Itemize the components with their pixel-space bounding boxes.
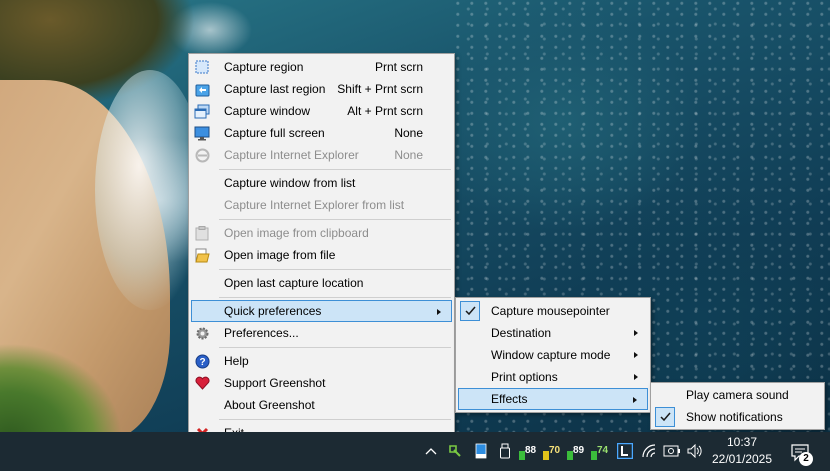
tray-label: 70 xyxy=(549,445,561,456)
checkmark-icon xyxy=(655,407,675,427)
tray-label: 89 xyxy=(573,445,585,456)
menu-item-label: Preferences... xyxy=(224,326,299,340)
menu-item-label: Effects xyxy=(491,392,528,406)
tray-label: 74 xyxy=(597,445,609,456)
chevron-right-icon xyxy=(634,374,638,380)
menu-item-help[interactable]: ? Help xyxy=(191,350,452,372)
menu-item-capture-last-region[interactable]: Capture last region Shift + Prnt scrn xyxy=(191,78,452,100)
menu-item-label: Capture window from list xyxy=(224,176,356,190)
svg-text:?: ? xyxy=(199,357,205,368)
menu-item-print-options[interactable]: Print options xyxy=(458,366,648,388)
menu-item-label: Capture region xyxy=(224,60,304,74)
menu-item-open-image-from-file[interactable]: Open image from file xyxy=(191,244,452,266)
gear-icon xyxy=(194,325,210,341)
menu-item-label: Capture Internet Explorer from list xyxy=(224,198,405,212)
menu-item-label: Capture mousepointer xyxy=(491,304,610,318)
help-icon: ? xyxy=(194,353,210,369)
menu-item-label: Support Greenshot xyxy=(224,376,326,390)
menu-item-capture-mousepointer[interactable]: Capture mousepointer xyxy=(458,300,648,322)
ie-icon xyxy=(194,147,210,163)
wallpaper-greenery xyxy=(0,300,140,432)
menu-item-capture-region[interactable]: Capture region Prnt scrn xyxy=(191,56,452,78)
menu-item-shortcut: None xyxy=(394,148,423,162)
greenshot-context-menu: Capture region Prnt scrn Capture last re… xyxy=(188,53,455,445)
gpu-temp-tray-icon[interactable]: 70 xyxy=(543,442,565,460)
clock-date[interactable]: 22/01/2025 xyxy=(705,452,779,466)
folder-file-icon xyxy=(194,247,210,263)
app-l-icon[interactable] xyxy=(616,442,634,460)
menu-item-label: Print options xyxy=(491,370,558,384)
tray-label: 88 xyxy=(525,445,537,456)
menu-item-label: Open last capture location xyxy=(224,276,364,290)
menu-item-label: Destination xyxy=(491,326,552,340)
volume-icon[interactable] xyxy=(686,442,704,460)
menu-item-show-notifications[interactable]: Show notifications xyxy=(653,406,822,428)
clock-time[interactable]: 10:37 xyxy=(705,435,779,449)
wifi-icon[interactable] xyxy=(640,442,658,460)
menu-item-label: About Greenshot xyxy=(224,398,315,412)
menu-item-open-last-capture-location[interactable]: Open last capture location xyxy=(191,272,452,294)
disk-usage-tray-icon[interactable]: 74 xyxy=(591,442,613,460)
menu-item-destination[interactable]: Destination xyxy=(458,322,648,344)
region-icon xyxy=(194,59,210,75)
battery-icon[interactable] xyxy=(663,442,681,460)
menu-item-label: Window capture mode xyxy=(491,348,611,362)
menu-item-support-greenshot[interactable]: Support Greenshot xyxy=(191,372,452,394)
chevron-right-icon xyxy=(634,352,638,358)
menu-item-capture-full-screen[interactable]: Capture full screen None xyxy=(191,122,452,144)
cpu-temp-tray-icon[interactable]: 88 xyxy=(519,442,541,460)
menu-item-shortcut: None xyxy=(394,126,423,140)
menu-separator xyxy=(219,169,451,170)
menu-separator xyxy=(219,219,451,220)
monitor-icon xyxy=(194,125,210,141)
menu-item-label: Help xyxy=(224,354,249,368)
menu-separator xyxy=(219,269,451,270)
clipboard-icon xyxy=(194,225,210,241)
last-region-icon xyxy=(194,81,210,97)
menu-item-about-greenshot[interactable]: About Greenshot xyxy=(191,394,452,416)
menu-item-capture-ie-from-list[interactable]: Capture Internet Explorer from list xyxy=(191,194,452,216)
checkmark-icon xyxy=(460,301,480,321)
menu-item-label: Show notifications xyxy=(686,410,783,424)
menu-item-preferences[interactable]: Preferences... xyxy=(191,322,452,344)
menu-item-label: Play camera sound xyxy=(686,388,789,402)
storage-icon[interactable] xyxy=(472,442,490,460)
chevron-right-icon xyxy=(633,397,637,403)
menu-item-capture-internet-explorer[interactable]: Capture Internet Explorer None xyxy=(191,144,452,166)
menu-separator xyxy=(219,297,451,298)
menu-item-label: Capture last region xyxy=(224,82,326,96)
menu-item-label: Open image from clipboard xyxy=(224,226,369,240)
menu-item-capture-window-from-list[interactable]: Capture window from list xyxy=(191,172,452,194)
menu-item-open-image-from-clipboard[interactable]: Open image from clipboard xyxy=(191,222,452,244)
menu-item-label: Capture Internet Explorer xyxy=(224,148,359,162)
menu-separator xyxy=(219,419,451,420)
menu-item-label: Open image from file xyxy=(224,248,336,262)
heart-icon xyxy=(194,375,210,391)
notifications-icon[interactable]: 2 xyxy=(788,440,813,466)
notification-count-badge: 2 xyxy=(799,452,813,466)
menu-separator xyxy=(219,347,451,348)
chevron-up-icon[interactable] xyxy=(422,442,440,460)
chevron-right-icon xyxy=(437,309,441,315)
greenshot-tray-icon[interactable] xyxy=(446,442,464,460)
menu-item-shortcut: Prnt scrn xyxy=(374,60,423,74)
menu-item-shortcut: Alt + Prnt scrn xyxy=(347,104,423,118)
quick-preferences-submenu: Capture mousepointer Destination Window … xyxy=(455,297,651,413)
menu-item-quick-preferences[interactable]: Quick preferences xyxy=(191,300,452,322)
chevron-right-icon xyxy=(634,330,638,336)
effects-submenu: Play camera sound Show notifications xyxy=(650,382,825,430)
menu-item-capture-window[interactable]: Capture window Alt + Prnt scrn xyxy=(191,100,452,122)
menu-item-label: Capture full screen xyxy=(224,126,325,140)
menu-item-play-camera-sound[interactable]: Play camera sound xyxy=(653,384,822,406)
menu-item-label: Capture window xyxy=(224,104,311,118)
usb-drive-icon[interactable] xyxy=(496,442,514,460)
menu-item-shortcut: Shift + Prnt scrn xyxy=(337,82,423,96)
menu-item-label: Quick preferences xyxy=(224,304,322,318)
menu-item-window-capture-mode[interactable]: Window capture mode xyxy=(458,344,648,366)
window-icon xyxy=(194,103,210,119)
menu-item-effects[interactable]: Effects xyxy=(458,388,648,410)
taskbar: 88 70 89 74 10:37 22/01/2025 2 xyxy=(0,432,830,471)
ram-usage-tray-icon[interactable]: 89 xyxy=(567,442,589,460)
